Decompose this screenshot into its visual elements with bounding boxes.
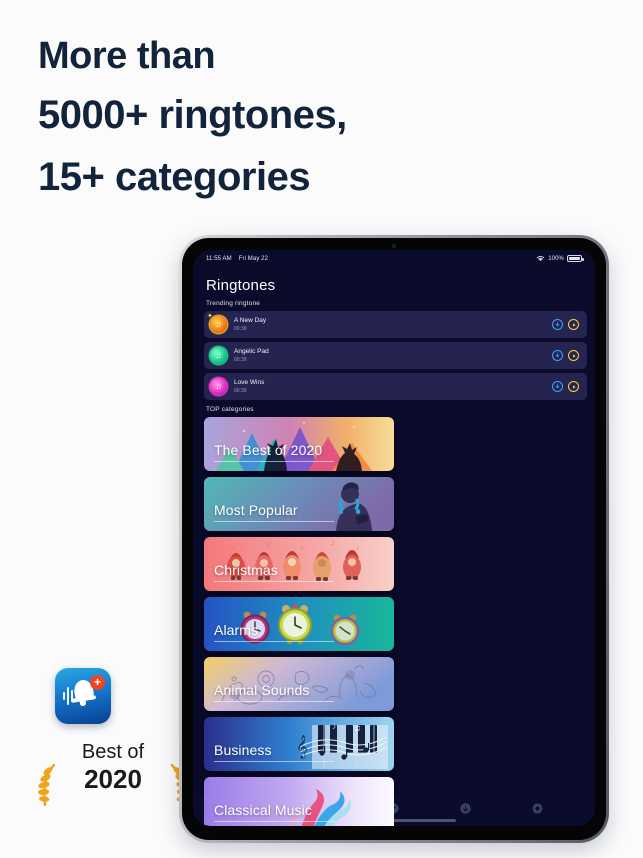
download-icon[interactable] — [552, 350, 563, 361]
svg-text:♪: ♪ — [300, 544, 304, 552]
svg-text:♪: ♪ — [332, 722, 336, 731]
tile-rule — [214, 821, 334, 822]
category-label: The Best of 2020 — [214, 442, 323, 458]
category-tile-animal-sounds[interactable]: Animal Sounds — [204, 657, 394, 711]
tile-rule — [214, 761, 334, 762]
ringtones-count: 5000+ — [38, 93, 148, 137]
category-label: Animal Sounds — [214, 682, 310, 698]
svg-text:♪: ♪ — [356, 544, 360, 552]
trending-list: ♫ ✦ A New Day 00:39 ♫ Angelic Pad 00:39 … — [204, 311, 587, 400]
download-circle-icon — [460, 802, 471, 814]
track-meta: Love Wins 00:39 — [234, 378, 552, 395]
category-label: Alarms — [214, 622, 259, 638]
bell-app-icon: + — [55, 668, 111, 724]
tile-rule — [214, 461, 334, 462]
category-tile-alarms[interactable]: Alarms — [204, 597, 394, 651]
categories-section-label: TOP categories — [206, 406, 254, 413]
music-note-icon: ♫ — [210, 378, 227, 395]
track-duration: 00:39 — [234, 357, 247, 363]
track-actions — [552, 319, 579, 330]
tablet-device: 11:55 AM Fri May 22 100% Ringtones Trend… — [179, 235, 609, 843]
battery-percent: 100% — [548, 255, 564, 262]
wifi-icon — [537, 255, 545, 262]
category-tile-best-of-2020[interactable]: The Best of 2020 — [204, 417, 394, 471]
track-meta: Angelic Pad 00:39 — [234, 347, 552, 364]
tile-rule — [214, 641, 334, 642]
track-duration: 00:39 — [234, 326, 247, 332]
sparkle-icon: ✦ — [207, 313, 213, 320]
promo-screenshot: More than 5000+ ringtones, 15+ categorie… — [0, 0, 643, 858]
category-tile-classical-music[interactable]: Classical Music — [204, 777, 394, 826]
category-label: Classical Music — [214, 802, 312, 818]
status-date: Fri May 22 — [238, 255, 269, 262]
headline-line-2: 5000+ ringtones, — [38, 84, 598, 146]
tablet-screen: 11:55 AM Fri May 22 100% Ringtones Trend… — [193, 250, 595, 826]
categories-word: categories — [104, 155, 311, 199]
front-camera-icon — [392, 244, 396, 248]
status-time: 11:55 AM — [206, 255, 232, 262]
category-label: Most Popular — [214, 502, 298, 518]
track-duration: 00:39 — [234, 388, 247, 394]
tab-settings[interactable] — [524, 799, 550, 817]
app-title: Ringtones — [206, 277, 276, 294]
play-icon[interactable] — [568, 350, 579, 361]
svg-text:♫: ♫ — [330, 539, 335, 547]
trending-section-label: Trending ringtone — [206, 300, 261, 307]
track-meta: A New Day 00:39 — [234, 316, 552, 333]
award-year: 2020 — [84, 764, 142, 794]
tab-downloads[interactable] — [453, 799, 479, 817]
tile-rule — [214, 521, 334, 522]
svg-text:♪: ♪ — [232, 543, 236, 551]
table-row[interactable]: ♫ ✦ A New Day 00:39 — [204, 311, 587, 338]
award-badge: + Best of 2020 — [33, 668, 193, 818]
category-tile-business[interactable]: 𝄞 ♫ ♪ Business — [204, 717, 394, 771]
page-title: More than 5000+ ringtones, 15+ categorie… — [38, 28, 598, 208]
play-icon[interactable] — [568, 381, 579, 392]
category-tile-most-popular[interactable]: Most Popular — [204, 477, 394, 531]
status-bar: 11:55 AM Fri May 22 100% — [193, 250, 595, 267]
battery-icon — [567, 255, 584, 262]
music-note-icon: ♫ — [210, 347, 227, 364]
track-name: Love Wins — [234, 379, 265, 386]
headline-line-1: More than — [38, 35, 216, 77]
track-actions — [552, 350, 579, 361]
svg-text:♫: ♫ — [266, 540, 271, 548]
download-icon[interactable] — [552, 319, 563, 330]
gear-icon — [532, 802, 543, 814]
category-label: Christmas — [214, 562, 278, 578]
category-tile-christmas[interactable]: ♪ ♫ ♪ ♫ ♪ Christmas — [204, 537, 394, 591]
download-icon[interactable] — [552, 381, 563, 392]
track-actions — [552, 381, 579, 392]
track-name: Angelic Pad — [234, 348, 269, 355]
plus-badge-icon: + — [90, 675, 105, 690]
music-note-icon: ♫ ✦ — [207, 313, 227, 333]
tile-rule — [214, 581, 334, 582]
category-label: Business — [214, 742, 272, 758]
award-best-of: Best of — [81, 741, 145, 763]
track-name: A New Day — [234, 317, 267, 324]
tile-rule — [214, 701, 334, 702]
award-text: Best of 2020 — [33, 740, 193, 794]
ringtones-word: ringtones, — [147, 93, 347, 137]
play-icon[interactable] — [568, 319, 579, 330]
table-row[interactable]: ♫ Love Wins 00:39 — [204, 373, 587, 400]
svg-text:𝄞: 𝄞 — [296, 736, 308, 759]
headline-line-3: 15+ categories — [38, 146, 598, 208]
svg-text:♫: ♫ — [354, 723, 361, 733]
tablet-bezel: 11:55 AM Fri May 22 100% Ringtones Trend… — [182, 238, 606, 840]
categories-count: 15+ — [38, 155, 105, 199]
table-row[interactable]: ♫ Angelic Pad 00:39 — [204, 342, 587, 369]
category-grid: The Best of 2020 Most Popular ♪ ♫ ♪ ♫ ♪ … — [204, 417, 587, 826]
